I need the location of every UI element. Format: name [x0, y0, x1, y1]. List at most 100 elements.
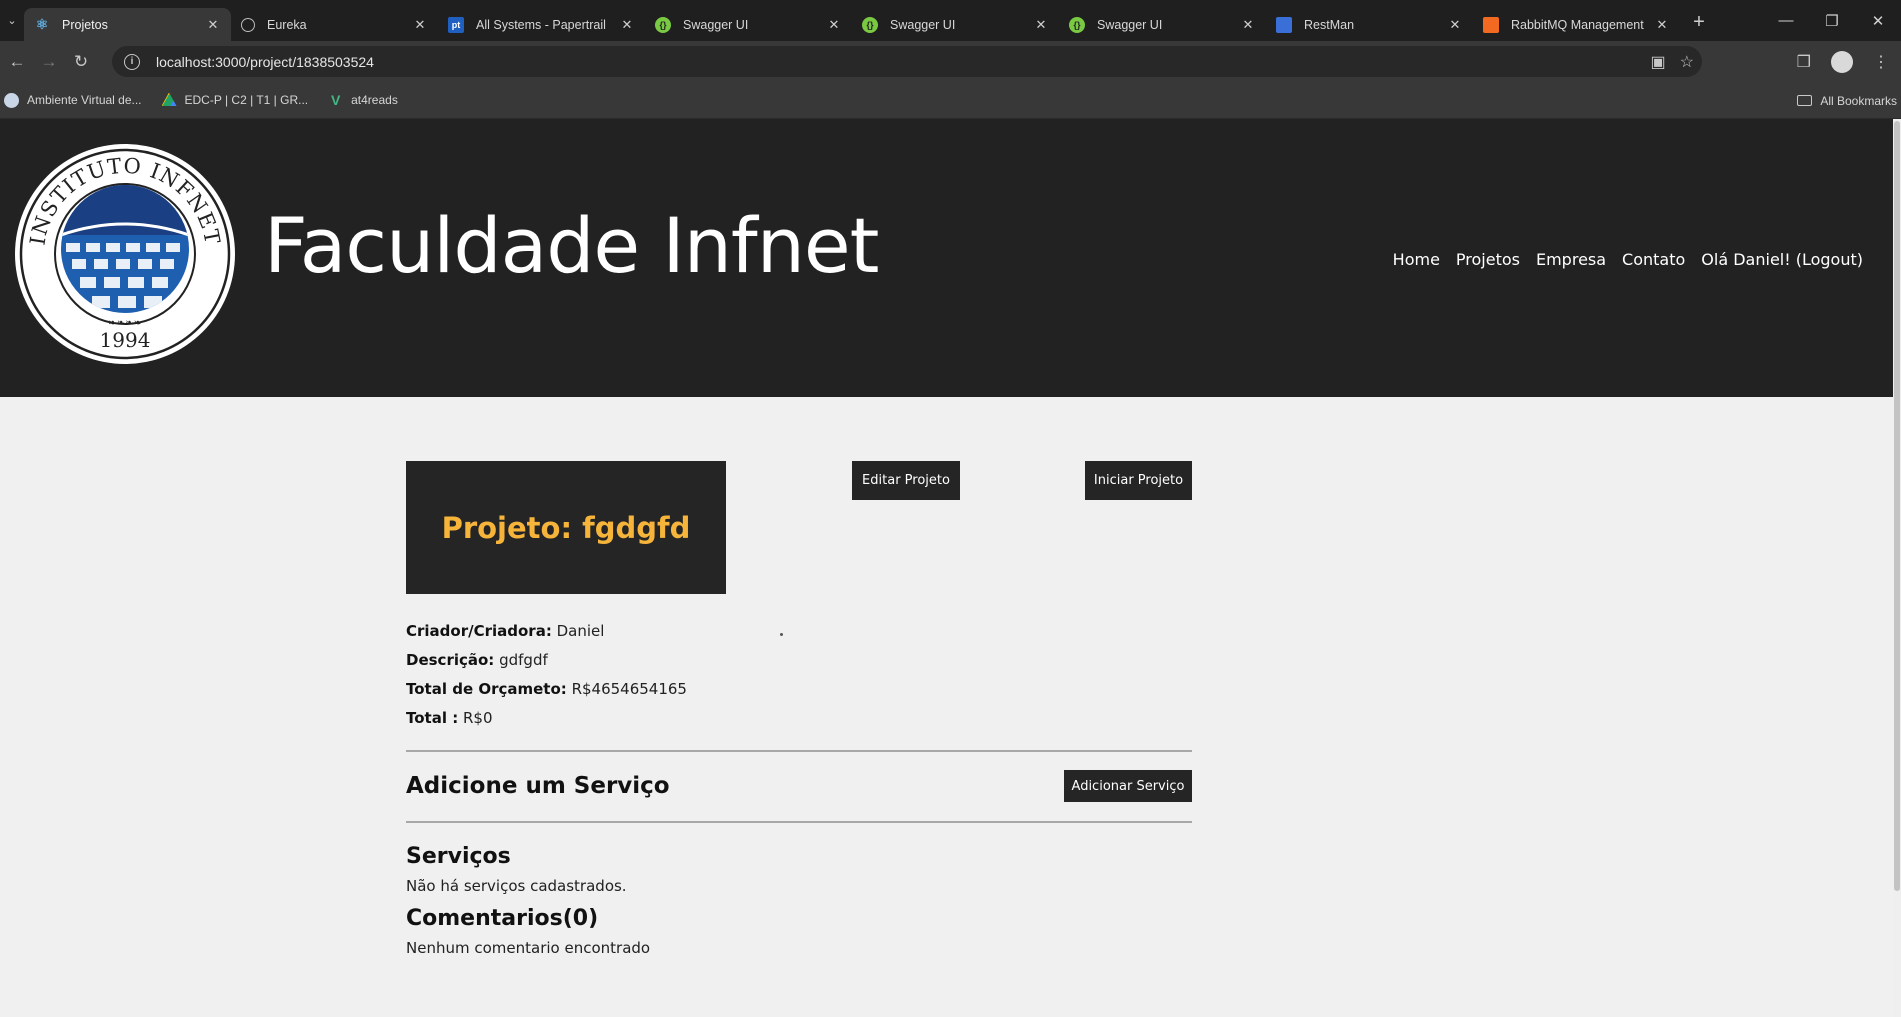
svg-text:1994: 1994 — [100, 328, 151, 352]
services-heading: Serviços — [406, 844, 511, 869]
edit-project-button[interactable]: Editar Projeto — [852, 461, 960, 500]
nav-empresa[interactable]: Empresa — [1536, 250, 1606, 269]
mouse-cursor-dot — [780, 633, 783, 636]
bookmark-star-icon[interactable]: ☆ — [1680, 52, 1694, 72]
project-details: Criador/Criadora: Daniel Descrição: gdfg… — [406, 617, 687, 733]
detail-creator: Criador/Criadora: Daniel — [406, 617, 687, 646]
tab-label: Swagger UI — [1097, 17, 1163, 32]
bookmark-label: at4reads — [351, 93, 398, 107]
divider — [406, 821, 1192, 823]
project-title: Projeto: fgdgfd — [441, 510, 691, 545]
browser-menu-icon[interactable]: ⋮ — [1873, 52, 1889, 72]
moodle-icon — [4, 92, 19, 108]
start-project-button[interactable]: Iniciar Projeto — [1085, 461, 1192, 500]
scrollbar-thumb[interactable] — [1894, 121, 1900, 891]
bookmark-edc[interactable]: EDC-P | C2 | T1 | GR... — [161, 92, 309, 108]
globe-icon — [241, 17, 255, 32]
bookmark-label: EDC-P | C2 | T1 | GR... — [184, 93, 309, 107]
restman-icon — [1276, 16, 1292, 33]
url-text[interactable]: localhost:3000/project/1838503524 — [156, 54, 374, 70]
papertrail-icon: pt — [448, 16, 464, 33]
tab-projetos[interactable]: ⚛ Projetos ✕ — [24, 8, 231, 41]
tab-label: RabbitMQ Management — [1511, 17, 1644, 32]
close-icon[interactable]: ✕ — [205, 17, 221, 33]
reload-icon[interactable]: ↻ — [66, 47, 96, 77]
folder-icon — [1797, 95, 1813, 106]
tab-label: Eureka — [267, 17, 307, 32]
description-value: gdfgdf — [499, 651, 548, 669]
tab-label: Swagger UI — [683, 17, 749, 32]
comments-heading: Comentarios(0) — [406, 906, 599, 931]
site-header: INSTITUTO INFNET ❧❧❧❧ 1994 Faculdade Inf… — [0, 119, 1893, 397]
vue-icon: V — [330, 92, 341, 108]
address-bar[interactable]: i localhost:3000/project/1838503524 ▣ ☆ — [112, 46, 1702, 77]
page-scrollbar[interactable] — [1893, 119, 1901, 1017]
creator-label: Criador/Criadora: — [406, 622, 552, 640]
bookmarks-bar: Ambiente Virtual de... EDC-P | C2 | T1 |… — [0, 82, 1901, 119]
close-icon[interactable]: ✕ — [412, 17, 428, 33]
site-title: Faculdade Infnet — [264, 201, 879, 290]
close-icon[interactable]: ✕ — [826, 17, 842, 33]
creator-value: Daniel — [556, 622, 605, 640]
close-icon[interactable]: ✕ — [1654, 17, 1670, 33]
install-app-icon[interactable]: ▣ — [1651, 52, 1666, 72]
profile-avatar[interactable] — [1831, 50, 1853, 73]
nav-contato[interactable]: Contato — [1622, 250, 1685, 269]
nav-home[interactable]: Home — [1393, 250, 1440, 269]
tab-swagger-3[interactable]: {} Swagger UI ✕ — [1059, 8, 1266, 41]
toolbar-right: ❒ ⋮ — [1797, 41, 1901, 82]
add-service-button[interactable]: Adicionar Serviço — [1064, 770, 1192, 802]
bookmark-label: Ambiente Virtual de... — [27, 93, 142, 107]
swagger-icon: {} — [655, 16, 671, 33]
tab-label: RestMan — [1304, 17, 1355, 32]
site-nav: Home Projetos Empresa Contato Olá Daniel… — [1393, 250, 1863, 269]
nav-user-logout[interactable]: Olá Daniel! (Logout) — [1701, 250, 1863, 269]
tab-swagger-1[interactable]: {} Swagger UI ✕ — [645, 8, 852, 41]
drive-icon — [161, 92, 177, 106]
close-icon[interactable]: ✕ — [1240, 17, 1256, 33]
tab-restman[interactable]: RestMan ✕ — [1266, 8, 1473, 41]
back-arrow-icon[interactable]: ← — [2, 47, 32, 77]
restore-icon[interactable]: ❐ — [1809, 0, 1855, 41]
services-empty-text: Não há serviços cadastrados. — [406, 877, 627, 895]
tab-rabbitmq[interactable]: RabbitMQ Management ✕ — [1473, 8, 1680, 41]
close-icon[interactable]: ✕ — [1447, 17, 1463, 33]
site-info-icon[interactable]: i — [124, 53, 140, 70]
tab-label: Swagger UI — [890, 17, 956, 32]
bookmark-ambiente-virtual[interactable]: Ambiente Virtual de... — [4, 92, 142, 108]
tab-papertrail[interactable]: pt All Systems - Papertrail ✕ — [438, 8, 645, 41]
swagger-icon: {} — [862, 16, 878, 33]
all-bookmarks[interactable]: All Bookmarks — [1797, 82, 1897, 119]
tab-search-chevron-icon[interactable]: ⌄ — [0, 0, 24, 41]
detail-budget: Total de Orçameto: R$4654654165 — [406, 675, 687, 704]
tab-eureka[interactable]: Eureka ✕ — [231, 8, 438, 41]
bookmark-at4reads[interactable]: V at4reads — [328, 92, 398, 108]
forward-arrow-icon[interactable]: → — [34, 47, 64, 77]
budget-value: R$4654654165 — [571, 680, 687, 698]
description-label: Descrição: — [406, 651, 495, 669]
all-bookmarks-label: All Bookmarks — [1820, 93, 1897, 108]
close-icon[interactable]: ✕ — [619, 17, 635, 33]
minimize-icon[interactable]: — — [1763, 0, 1809, 41]
budget-label: Total de Orçameto: — [406, 680, 567, 698]
tab-label: Projetos — [62, 17, 108, 32]
swagger-icon: {} — [1069, 16, 1085, 33]
divider — [406, 750, 1192, 752]
infnet-logo: INSTITUTO INFNET ❧❧❧❧ 1994 — [15, 144, 235, 364]
browser-toolbar: ← → ↻ i localhost:3000/project/183850352… — [0, 41, 1901, 82]
tab-label: All Systems - Papertrail — [476, 17, 606, 32]
rabbitmq-icon — [1483, 16, 1499, 33]
react-icon: ⚛ — [35, 16, 49, 32]
project-title-box: Projeto: fgdgfd — [406, 461, 726, 594]
detail-total: Total : R$0 — [406, 704, 687, 733]
browser-tab-bar: ⌄ ⚛ Projetos ✕ Eureka ✕ pt All Systems -… — [0, 0, 1901, 41]
window-close-icon[interactable]: ✕ — [1855, 0, 1901, 41]
detail-description: Descrição: gdfgdf — [406, 646, 687, 675]
new-tab-plus-icon[interactable]: + — [1684, 11, 1714, 34]
extensions-puzzle-icon[interactable]: ❒ — [1797, 52, 1811, 72]
nav-projetos[interactable]: Projetos — [1456, 250, 1520, 269]
tab-swagger-2[interactable]: {} Swagger UI ✕ — [852, 8, 1059, 41]
close-icon[interactable]: ✕ — [1033, 17, 1049, 33]
total-label: Total : — [406, 709, 459, 727]
add-service-heading: Adicione um Serviço — [406, 773, 670, 799]
